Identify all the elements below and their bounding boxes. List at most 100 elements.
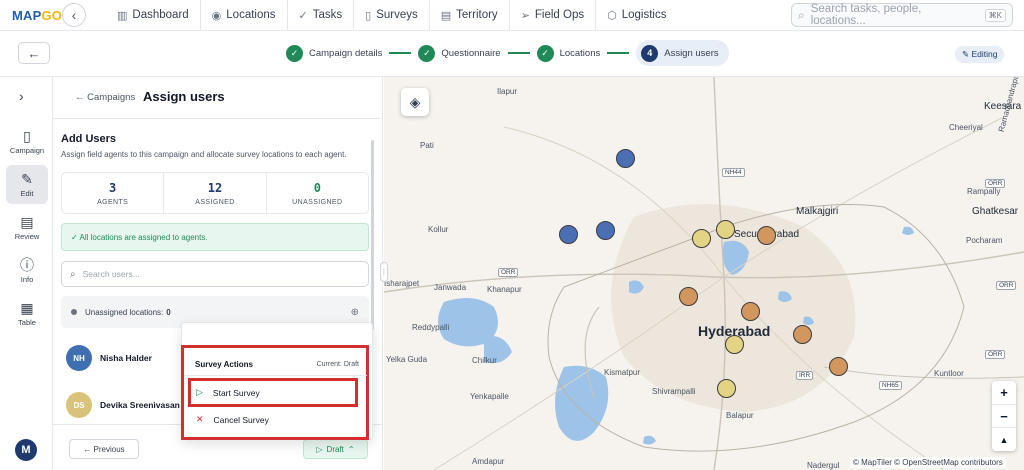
minus-icon: − [1000, 408, 1008, 424]
map-label: Pocharam [966, 236, 1003, 245]
road-shield: ORR [498, 268, 519, 277]
map-marker[interactable] [829, 357, 848, 376]
back-button[interactable]: ← [18, 42, 50, 64]
popup-current-status: Current: Draft [316, 361, 359, 368]
map-marker[interactable] [716, 220, 735, 239]
box-icon: ⬡ [607, 9, 617, 22]
nav-back-button[interactable]: ‹ [62, 3, 86, 27]
info-icon: ⓘ [20, 256, 34, 273]
user-search-placeholder: Search users... [82, 269, 140, 279]
step-campaign-details[interactable]: ✓ Campaign details [286, 40, 382, 66]
compass-button[interactable]: ▲ [992, 427, 1016, 451]
map-attribution[interactable]: © MapTiler © OpenStreetMap contributors [850, 457, 1006, 468]
map-label: Kismatpur [604, 368, 641, 377]
edit-icon: ✎ [21, 170, 33, 187]
search-icon: ⌕ [70, 268, 76, 280]
arrow-left-icon: ← [27, 45, 41, 61]
panel-scrollbar[interactable] [371, 140, 374, 330]
map-label: Rampally [967, 187, 1001, 196]
panel-resize-handle[interactable]: ⋮ [380, 262, 388, 282]
map-canvas [384, 77, 1024, 470]
user-avatar[interactable]: M [15, 439, 37, 461]
campaigns-back-link[interactable]: ← Campaigns [75, 92, 135, 103]
document-icon: ▤ [20, 213, 34, 230]
previous-button[interactable]: ← Previous [69, 439, 139, 459]
map-label: Malkajgiri [796, 206, 839, 217]
zoom-out-button[interactable]: − [992, 403, 1016, 428]
rail-item-edit[interactable]: ✎ Edit [6, 165, 48, 204]
map-label: Keesara [984, 101, 1022, 112]
rail-item-campaign[interactable]: ▯ Campaign [6, 122, 48, 161]
section-title: Add Users [61, 133, 117, 145]
map-label: Chilkur [472, 356, 497, 365]
step-check-icon: ✓ [418, 44, 436, 62]
map-label: Isharajpet [384, 279, 420, 288]
map-marker[interactable] [757, 226, 776, 245]
close-icon: ✕ [196, 414, 204, 424]
map-label: Shivrampalli [652, 387, 696, 396]
cancel-survey-menu-item[interactable]: ✕ Cancel Survey [196, 414, 269, 425]
map-marker[interactable] [596, 221, 615, 240]
map-label: Yenkapalle [470, 392, 509, 401]
map-marker[interactable] [679, 287, 698, 306]
road-shield: NH65 [879, 381, 902, 390]
zoom-in-button[interactable]: + [992, 381, 1016, 404]
nav-locations[interactable]: ◉ Locations [199, 0, 287, 30]
nav-logistics[interactable]: ⬡ Logistics [595, 0, 677, 30]
map-marker[interactable] [692, 229, 711, 248]
rail-item-table[interactable]: ▦ Table [6, 294, 48, 333]
step-assign-users[interactable]: 4 Assign users [636, 40, 729, 66]
agent-name: Devika Sreenivasan [100, 400, 180, 410]
step-questionnaire[interactable]: ✓ Questionnaire [418, 40, 501, 66]
highlight-box [188, 378, 358, 407]
step-connector [507, 52, 530, 54]
popup-title: Survey Actions [195, 360, 253, 369]
stepper-bar: ← ✓ Campaign details ✓ Questionnaire ✓ Loca… [0, 31, 1024, 77]
nav-territory[interactable]: ▤ Territory [428, 0, 509, 30]
search-shortcut: ⌘K [984, 8, 1006, 22]
step-connector [607, 52, 630, 54]
map-layers-button[interactable]: ◈ [401, 88, 429, 116]
chevron-up-icon: ⌃ [347, 444, 355, 454]
map-marker[interactable] [725, 335, 744, 354]
expand-rail-button[interactable]: › [19, 88, 24, 104]
map-marker[interactable] [741, 302, 760, 321]
nav-dashboard[interactable]: ▥ Dashboard [106, 0, 200, 30]
map-marker[interactable] [793, 325, 812, 344]
global-search-input[interactable]: ⌕ Search tasks, people, locations... ⌘K [791, 3, 1013, 27]
stepper: ✓ Campaign details ✓ Questionnaire ✓ Locati… [286, 40, 729, 66]
rail-item-review[interactable]: ▤ Review [6, 208, 48, 247]
user-search-input[interactable]: ⌕ Search users... [61, 261, 369, 287]
nav-field-ops[interactable]: ➢ Field Ops [508, 0, 595, 30]
map-marker[interactable] [559, 225, 578, 244]
chevron-left-icon: ‹ [71, 7, 77, 23]
zoom-controls: + − ▲ [992, 381, 1016, 451]
play-icon: ▷ [316, 444, 323, 454]
rail-item-info[interactable]: ⓘ Info [6, 251, 48, 290]
zoom-in-icon[interactable]: ⊕ [351, 307, 359, 318]
editing-badge: ✎ Editing [955, 46, 1005, 63]
app-logo[interactable]: MAPGO [12, 8, 62, 23]
top-navigation: MAPGO ‹ ▥ Dashboard ◉ Locations ✓ Tasks ▯ Su… [0, 0, 1024, 31]
map-marker[interactable] [616, 149, 635, 168]
map-label: Amdapur [472, 457, 505, 466]
page-title: Assign users [143, 89, 225, 104]
step-locations[interactable]: ✓ Locations [536, 40, 600, 66]
road-shield: NH44 [722, 168, 745, 177]
stat-assigned: 12 ASSIGNED [163, 173, 265, 213]
road-shield: ORR [985, 179, 1006, 188]
clipboard-icon: ▯ [365, 9, 372, 22]
map-icon: ▤ [440, 9, 452, 22]
step-number: 4 [641, 44, 659, 62]
map-label: Pati [420, 141, 434, 150]
clipboard-icon: ▯ [23, 127, 31, 144]
map-view[interactable]: Ilapur Ramachandrapuram Keesara Cheeriya… [384, 77, 1024, 470]
popup-header: Survey Actions Current: Draft [195, 360, 359, 369]
draft-button[interactable]: ▷ Draft ⌃ [303, 439, 368, 459]
map-marker[interactable] [717, 379, 736, 398]
nav-tasks[interactable]: ✓ Tasks [286, 0, 354, 30]
divider [184, 375, 367, 376]
nav-surveys[interactable]: ▯ Surveys [353, 0, 429, 30]
grid-icon: ▦ [20, 299, 34, 316]
road-shield: IRR [796, 371, 814, 380]
